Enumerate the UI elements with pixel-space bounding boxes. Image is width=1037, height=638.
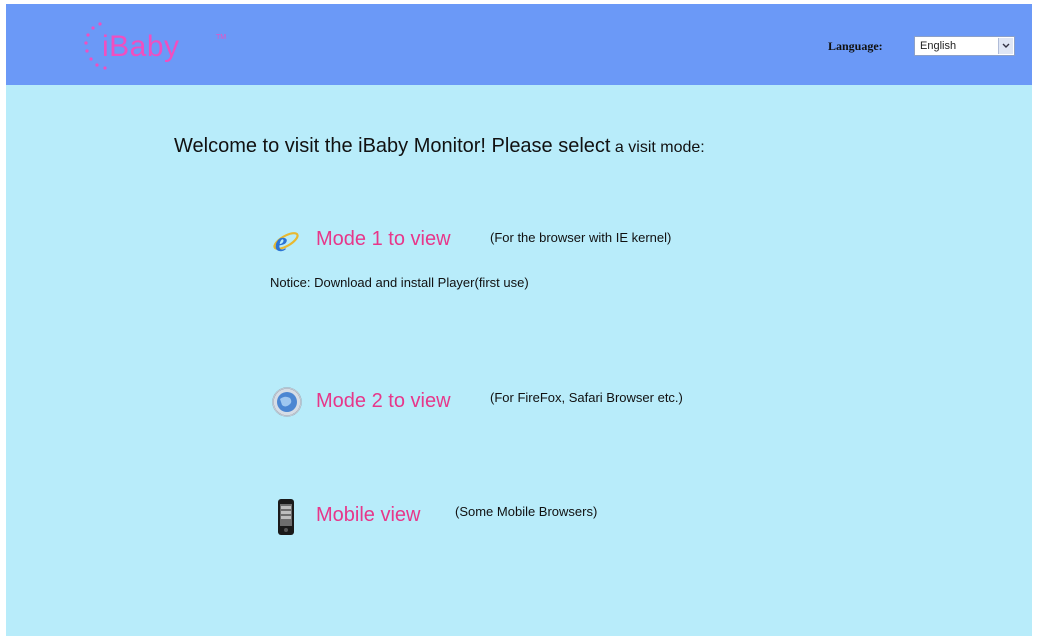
ie-browser-icon[interactable]: e: [271, 224, 301, 261]
ibaby-logo: iBaby TM: [78, 14, 238, 74]
mode-1-link[interactable]: Mode 1 to view: [316, 228, 451, 251]
header-bar: iBaby TM Language: English: [6, 4, 1032, 85]
mode-1-description: (For the browser with IE kernel): [490, 230, 672, 245]
logo-trademark: TM: [216, 34, 227, 41]
welcome-text-tail: a visit mode:: [610, 139, 705, 156]
mode-2-description: (For FireFox, Safari Browser etc.): [490, 390, 683, 405]
logo-text: iBaby: [102, 30, 180, 63]
mobile-phone-icon[interactable]: [276, 498, 296, 541]
language-select-value: English: [920, 40, 957, 52]
mobile-view-description: (Some Mobile Browsers): [455, 504, 598, 519]
svg-text:e: e: [275, 227, 287, 256]
globe-browser-icon[interactable]: [271, 386, 303, 423]
language-label: Language:: [828, 39, 883, 53]
welcome-heading: Welcome to visit the iBaby Monitor! Plea…: [174, 135, 705, 158]
mobile-view-link[interactable]: Mobile view: [316, 504, 420, 527]
notice-text: Notice: Download and install Player(firs…: [270, 275, 529, 290]
page-frame: iBaby TM Language: English Welcome to vi…: [6, 4, 1032, 636]
welcome-text: Welcome to visit the iBaby Monitor! Plea…: [174, 135, 611, 157]
language-select[interactable]: English: [914, 36, 1015, 56]
mode-2-link[interactable]: Mode 2 to view: [316, 390, 451, 413]
chevron-down-icon[interactable]: [998, 38, 1013, 54]
